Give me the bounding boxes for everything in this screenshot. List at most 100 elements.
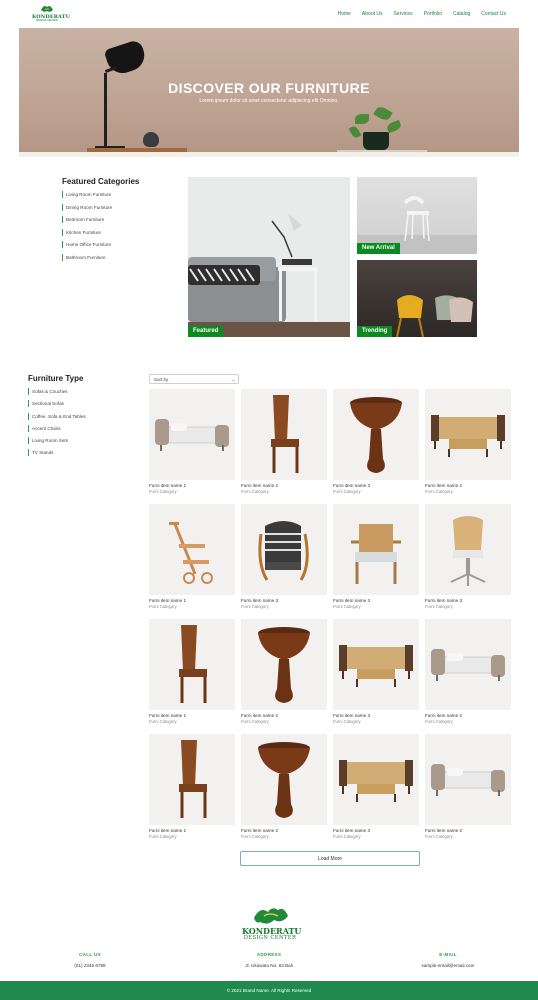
product-category: Furni Category — [241, 489, 269, 494]
footer-phone[interactable]: (01) 2345 6789 — [45, 963, 135, 968]
sofa-set-icon[interactable] — [333, 734, 419, 825]
product-name[interactable]: Furni item name 1 — [149, 713, 235, 718]
product-card[interactable]: Furni item name 1 Furni Category — [149, 504, 235, 609]
product-name[interactable]: Furni item name 3 — [333, 483, 419, 488]
category-link[interactable]: Kitchen Furniture — [62, 228, 112, 236]
product-name[interactable]: Furni item name 1 — [149, 828, 235, 833]
product-name[interactable]: Furni item name 2 — [425, 828, 511, 833]
pedestal-table-icon[interactable] — [241, 619, 327, 710]
brand-logo[interactable]: KONDERATU DESIGN CENTER — [32, 4, 70, 22]
load-more-button[interactable]: Load More — [240, 851, 420, 866]
category-link[interactable]: Dining Room Furniture — [62, 203, 112, 211]
lamp-icon — [103, 38, 149, 78]
product-name[interactable]: Furni item name 3 — [425, 598, 511, 603]
wood-chair-icon[interactable] — [149, 734, 235, 825]
category-link[interactable]: Living Room Furniture — [62, 191, 112, 198]
nav-home[interactable]: Home — [338, 11, 351, 17]
featured-categories-list: Living Room Furniture Dining Room Furnit… — [62, 191, 112, 261]
type-link[interactable]: TV Stands — [28, 449, 86, 457]
product-card[interactable]: Furni item name 2 Furni Category — [425, 734, 511, 839]
new-arrival-tile[interactable]: New Arrival — [357, 177, 477, 254]
nav-contact[interactable]: Contact Us — [481, 11, 506, 17]
sofa-set-icon[interactable] — [333, 619, 419, 710]
type-link[interactable]: Coffee, Sofa & End Tables — [28, 412, 86, 420]
footer-email-value[interactable]: sample-email@email.com — [403, 963, 493, 968]
hero-subtitle: Lorem ipsum dolor sit amet consectetur a… — [199, 98, 339, 104]
sofa-set-icon[interactable] — [425, 389, 511, 480]
type-link[interactable]: Sofas & Couches — [28, 388, 86, 395]
product-card[interactable]: Furni item name 2 Furni Category — [425, 389, 511, 494]
footer-logo[interactable]: KONDERATU DESIGN CENTER — [242, 904, 301, 944]
brand-tagline: DESIGN CENTER — [36, 19, 58, 22]
product-category: Furni Category — [241, 834, 269, 839]
product-card[interactable]: Furni item name 3 Furni Category — [333, 389, 419, 494]
wood-chair-icon[interactable] — [241, 389, 327, 480]
bed-icon[interactable] — [425, 734, 511, 825]
product-card[interactable]: Furni item name 3 Furni Category — [241, 504, 327, 609]
product-name[interactable]: Furni item name 2 — [241, 828, 327, 833]
product-name[interactable]: Furni item name 3 — [333, 598, 419, 603]
chevron-down-icon: ⌄ — [231, 377, 235, 382]
product-name[interactable]: Furni item name 3 — [241, 598, 327, 603]
product-name[interactable]: Furni item name 2 — [241, 483, 327, 488]
category-link[interactable]: Home Office Furniture — [62, 241, 112, 248]
striped-chair-icon[interactable] — [241, 504, 327, 595]
product-name[interactable]: Furni item name 3 — [333, 713, 419, 718]
product-category: Furni Category — [333, 834, 361, 839]
product-name[interactable]: Furni item name 2 — [425, 713, 511, 718]
product-name[interactable]: Furni item name 1 — [149, 598, 235, 603]
pedestal-table-icon[interactable] — [333, 389, 419, 480]
product-card[interactable]: Furni item name 1 Furni Category — [149, 619, 235, 724]
living-room-icon — [188, 213, 350, 337]
rattan-chair-icon[interactable] — [333, 504, 419, 595]
product-card[interactable]: Furni item name 3 Furni Category — [333, 734, 419, 839]
product-card[interactable]: Furni item name 2 Furni Category — [241, 619, 327, 724]
product-category: Furni Category — [241, 719, 269, 724]
hero-title: DISCOVER OUR FURNITURE — [168, 80, 370, 96]
type-link[interactable]: Sectional Sofas — [28, 400, 86, 408]
nav-about[interactable]: About Us — [362, 11, 383, 17]
product-category: Furni Category — [333, 489, 361, 494]
copyright-bar: © 2021 Brand Name. All Rights Reserved — [0, 981, 538, 1000]
product-category: Furni Category — [425, 489, 453, 494]
product-name[interactable]: Furni item name 2 — [425, 483, 511, 488]
category-link[interactable]: Bedroom Furniture — [62, 216, 112, 223]
product-card[interactable]: Furni item name 2 Furni Category — [241, 389, 327, 494]
product-category: Furni Category — [425, 719, 453, 724]
product-name[interactable]: Furni item name 3 — [333, 828, 419, 833]
plant-leaf — [348, 124, 362, 140]
footer-email-label: E-MAIL — [439, 952, 457, 957]
product-card[interactable]: Furni item name 1 Furni Category — [149, 734, 235, 839]
bed-icon[interactable] — [149, 389, 235, 480]
category-link[interactable]: Bathroom Furniture — [62, 253, 112, 261]
product-card[interactable]: Furni item name 3 Furni Category — [333, 619, 419, 724]
product-card[interactable]: Furni item name 1 Furni Category — [149, 389, 235, 494]
featured-tile[interactable]: Featured — [188, 177, 350, 337]
leaf-logo-icon — [41, 6, 53, 12]
type-link[interactable]: Accent Chairs — [28, 424, 86, 432]
type-link[interactable]: Living Room Sets — [28, 437, 86, 445]
product-category: Furni Category — [333, 719, 361, 724]
cart-icon[interactable] — [149, 504, 235, 595]
nav-catalog[interactable]: Catalog — [453, 11, 470, 17]
product-name[interactable]: Furni item name 1 — [149, 483, 235, 488]
product-name[interactable]: Furni item name 2 — [241, 713, 327, 718]
product-card[interactable]: Furni item name 2 Furni Category — [425, 619, 511, 724]
wood-chair-icon[interactable] — [149, 619, 235, 710]
hero-floor — [19, 152, 519, 157]
bed-icon[interactable] — [425, 619, 511, 710]
pedestal-table-icon[interactable] — [241, 734, 327, 825]
sort-select[interactable]: Sort by ⌄ — [149, 374, 239, 384]
trending-tile[interactable]: Trending — [357, 260, 477, 337]
office-chair-icon[interactable] — [425, 504, 511, 595]
tile-label-new-arrival: New Arrival — [357, 243, 400, 254]
nav-services[interactable]: Services — [394, 11, 413, 17]
product-card[interactable]: Furni item name 3 Furni Category — [333, 504, 419, 609]
product-card[interactable]: Furni item name 3 Furni Category — [425, 504, 511, 609]
nav-portfolio[interactable]: Portfolio — [424, 11, 442, 17]
product-card[interactable]: Furni item name 2 Furni Category — [241, 734, 327, 839]
product-category: Furni Category — [149, 489, 177, 494]
footer-email: E-MAIL sample-email@email.com — [403, 952, 493, 968]
product-category: Furni Category — [149, 604, 177, 609]
footer-address-label: ADDRESS — [256, 952, 282, 957]
